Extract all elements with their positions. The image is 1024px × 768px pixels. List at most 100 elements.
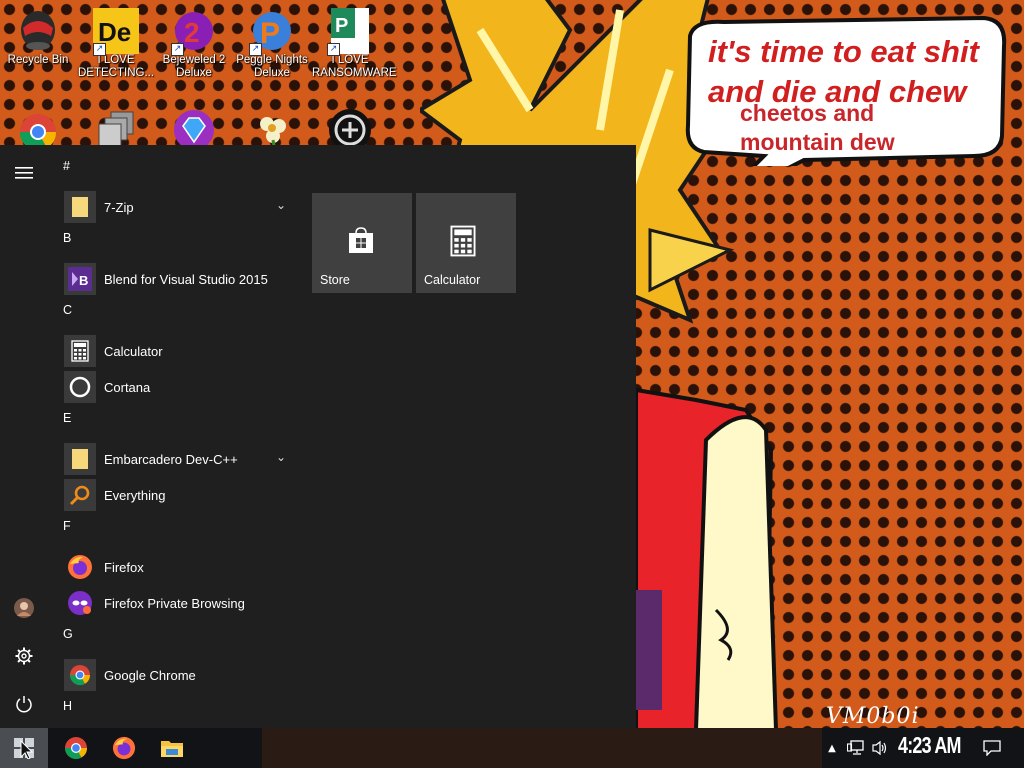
app-item-firefox[interactable]: Firefox (56, 549, 300, 585)
app-group-header[interactable]: E (56, 405, 300, 441)
desktop-icon-label: Recycle Bin (7, 54, 69, 66)
peggle-nights-deluxe-icon: P ↗ (249, 8, 295, 56)
desktop-icon-bejeweled[interactable]: 2 ↗ Bejeweled 2 Deluxe (156, 8, 232, 80)
taskbar-wallpaper-strip (262, 728, 822, 768)
windows-logo-icon (14, 738, 34, 759)
wallpaper-figure-art (636, 387, 778, 728)
speech-line-1: it's time to eat shit (708, 34, 979, 69)
app-item-label: Blend for Visual Studio 2015 (104, 271, 268, 287)
chrome-icon (64, 659, 96, 691)
app-group-header[interactable]: G (56, 621, 300, 657)
app-item-7-zip[interactable]: 7-Zip ⌄ (56, 189, 300, 225)
svg-text:P: P (335, 15, 348, 37)
network-button[interactable] (844, 728, 868, 768)
settings-button[interactable] (6, 638, 42, 674)
taskbar-firefox-button[interactable] (100, 728, 148, 768)
app-group-header[interactable]: B (56, 225, 300, 261)
notification-icon (983, 740, 1001, 756)
folder-icon (64, 191, 96, 223)
shortcut-arrow-icon: ↗ (327, 43, 340, 56)
i-love-detecting-icon: De ↗ (93, 8, 139, 56)
firefox-icon (112, 736, 136, 760)
file-explorer-icon (161, 741, 183, 757)
start-menu-rail (0, 145, 48, 728)
desktop-icon-i-love-detecting[interactable]: De ↗ I LOVE DETECTING... (78, 8, 154, 80)
app-item-blend[interactable]: B Blend for Visual Studio 2015 (56, 261, 300, 297)
chevron-down-icon[interactable]: ⌄ (276, 450, 286, 464)
chevron-up-icon: ▲ (828, 742, 836, 754)
chrome-icon (65, 737, 87, 759)
desktop-icon-i-love-ransomware[interactable]: P ↗ I LOVE RANSOMWARE (312, 8, 397, 80)
app-item-everything[interactable]: Everything (56, 477, 300, 513)
svg-text:2: 2 (184, 17, 200, 48)
calculator-icon (450, 225, 476, 261)
volume-icon (872, 740, 887, 756)
app-item-label: Firefox (104, 559, 144, 575)
app-item-label: Cortana (104, 379, 151, 395)
app-group-header[interactable]: C (56, 297, 300, 333)
app-list: # 7-Zip ⌄ B B Blend for Visual Studio 20… (56, 153, 300, 729)
taskbar-file-explorer-button[interactable] (148, 728, 196, 768)
app-item-label: 7-Zip (104, 199, 134, 215)
firefox-icon (64, 551, 96, 583)
volume-button[interactable] (868, 728, 892, 768)
tile-label: Calculator (424, 273, 481, 287)
blend-icon: B (64, 263, 96, 295)
app-item-label: Embarcadero Dev-C++ (104, 451, 238, 467)
action-center-button[interactable] (976, 728, 1008, 768)
app-group-header[interactable]: H (56, 693, 300, 729)
user-avatar-icon (14, 598, 34, 618)
firefox-private-icon (64, 587, 96, 619)
calculator-icon (64, 335, 96, 367)
shortcut-arrow-icon: ↗ (249, 43, 262, 56)
app-item-label: Firefox Private Browsing (104, 595, 245, 611)
wallpaper-signature: VM0b0i (826, 704, 920, 728)
taskbar: ▲ 4:23 AM (0, 728, 1024, 768)
desktop-icon-peggle-nights[interactable]: P ↗ Peggle Nights Deluxe (234, 8, 310, 80)
desktop-icon-recycle-bin[interactable]: Recycle Bin (0, 8, 76, 67)
power-button[interactable] (6, 686, 42, 722)
everything-search-icon (64, 479, 96, 511)
i-love-ransomware-icon: P ↗ (327, 8, 373, 56)
taskbar-clock[interactable]: 4:23 AM (898, 732, 961, 759)
svg-text:P: P (260, 17, 280, 50)
app-item-firefox-private[interactable]: Firefox Private Browsing (56, 585, 300, 621)
tile-store[interactable]: Store (312, 193, 412, 293)
app-item-label: Everything (104, 487, 166, 503)
start-button[interactable] (0, 728, 48, 768)
taskbar-chrome-button[interactable] (52, 728, 100, 768)
desktop-icon-label: Peggle Nights Deluxe (236, 54, 308, 79)
recycle-bin-icon (15, 8, 61, 54)
desktop-icon-label: I LOVE RANSOMWARE (312, 54, 397, 79)
app-item-label: Calculator (104, 343, 163, 359)
show-hidden-icons-button[interactable]: ▲ (824, 728, 840, 768)
network-icon (847, 740, 864, 755)
folder-icon (64, 443, 96, 475)
svg-text:B: B (79, 273, 88, 288)
app-item-cortana[interactable]: Cortana (56, 369, 300, 405)
app-item-calculator[interactable]: Calculator (56, 333, 300, 369)
speech-line-4: mountain dew (740, 129, 895, 155)
cortana-icon (64, 371, 96, 403)
app-group-header[interactable]: # (56, 153, 300, 189)
speech-line-3: cheetos and (740, 100, 875, 126)
hamburger-icon (15, 167, 33, 179)
chevron-down-icon[interactable]: ⌄ (276, 198, 286, 212)
shortcut-arrow-icon: ↗ (171, 43, 184, 56)
app-item-google-chrome[interactable]: Google Chrome (56, 657, 300, 693)
power-icon (16, 696, 32, 713)
gear-icon (15, 647, 33, 665)
app-group-header[interactable]: F (56, 513, 300, 549)
desktop-icon-label: Bejeweled 2 Deluxe (162, 54, 226, 79)
hamburger-menu-button[interactable] (6, 155, 42, 191)
user-account-button[interactable] (6, 590, 42, 626)
desktop-icon-label: I LOVE DETECTING... (78, 54, 155, 79)
shortcut-arrow-icon: ↗ (93, 43, 106, 56)
tile-calculator[interactable]: Calculator (416, 193, 516, 293)
store-icon (346, 225, 376, 259)
start-menu: # 7-Zip ⌄ B B Blend for Visual Studio 20… (0, 145, 636, 728)
tile-label: Store (320, 273, 350, 287)
bejeweled-2-deluxe-icon: 2 ↗ (171, 8, 217, 56)
app-item-embarcadero[interactable]: Embarcadero Dev-C++ ⌄ (56, 441, 300, 477)
app-item-label: Google Chrome (104, 667, 196, 683)
